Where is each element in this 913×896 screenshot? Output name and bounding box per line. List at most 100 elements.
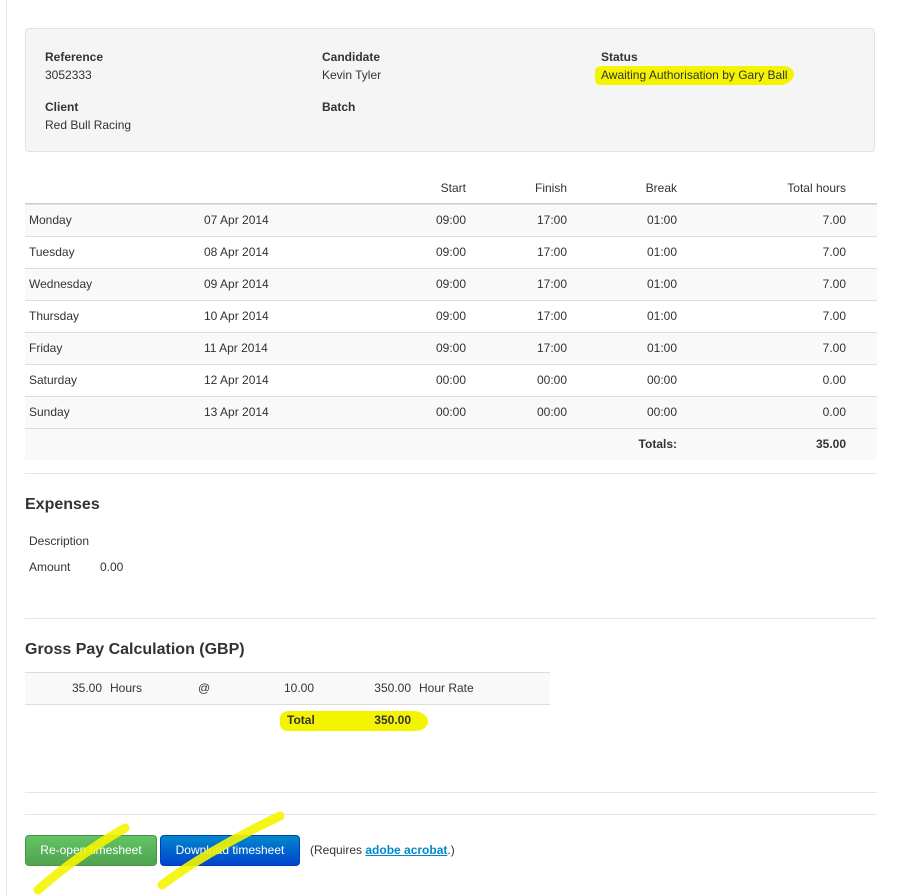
timesheet-cell-break: 01:00: [646, 341, 677, 355]
timesheet-cell-start: 00:00: [435, 405, 466, 419]
requires-note: (Requires adobe acrobat.): [310, 843, 455, 857]
timesheet-body: Monday 07 Apr 2014 09:00 17:00 01:00 7.00 Tues…: [25, 204, 877, 428]
timesheet-cell-day: Friday: [29, 341, 63, 355]
timesheet-cell-start: 09:00: [435, 277, 466, 291]
divider: [25, 814, 877, 815]
gross-pay-hours: 35.00: [71, 681, 102, 695]
timesheet-row: Wednesday 09 Apr 2014 09:00 17:00 01:00 7.00: [25, 268, 877, 300]
timesheet-row: Sunday 13 Apr 2014 00:00 00:00 00:00 0.00: [25, 396, 877, 428]
page-left-border: [6, 0, 7, 896]
gross-pay-rate-row: 35.00 Hours @ 10.00 350.00 Hour Rate: [25, 672, 550, 704]
timesheet-cell-total: 0.00: [822, 405, 846, 419]
divider: [25, 473, 877, 474]
timesheet-cell-start: 09:00: [435, 309, 466, 323]
timesheet-cell-total: 7.00: [822, 341, 846, 355]
timesheet-cell-date: 13 Apr 2014: [204, 405, 269, 419]
timesheet-row: Thursday 10 Apr 2014 09:00 17:00 01:00 7.00: [25, 300, 877, 332]
timesheet-cell-break: 01:00: [646, 245, 677, 259]
gross-pay-hours-label: Hours: [110, 681, 143, 695]
timesheet-cell-start: 09:00: [435, 341, 466, 355]
totals-label: Totals:: [638, 437, 677, 451]
candidate-value: Kevin Tyler: [322, 68, 382, 82]
status-field: Status Awaiting Authorisation by Gary Ba…: [595, 49, 794, 85]
header-total-hours: Total hours: [787, 181, 846, 195]
reopen-timesheet-button[interactable]: Re-open timesheet: [25, 835, 157, 866]
timesheet-cell-break: 01:00: [646, 213, 677, 227]
client-value: Red Bull Racing: [45, 118, 132, 132]
gross-pay-rate-label: Hour Rate: [419, 681, 474, 695]
timesheet-cell-break: 01:00: [646, 277, 677, 291]
timesheet-row: Monday 07 Apr 2014 09:00 17:00 01:00 7.00: [25, 204, 877, 236]
totals-value: 35.00: [815, 437, 846, 451]
gross-pay-at: @: [198, 681, 211, 695]
candidate-field: Candidate Kevin Tyler: [322, 49, 381, 83]
adobe-acrobat-link[interactable]: adobe acrobat: [365, 843, 447, 857]
timesheet-cell-start: 00:00: [435, 373, 466, 387]
gross-pay-table: 35.00 Hours @ 10.00 350.00 Hour Rate Tot…: [25, 672, 550, 736]
gross-pay-total-row: Total 350.00: [25, 704, 550, 736]
timesheet-cell-break: 01:00: [646, 309, 677, 323]
timesheet-cell-date: 07 Apr 2014: [204, 213, 269, 227]
timesheet-cell-start: 09:00: [435, 245, 466, 259]
batch-field: Batch: [322, 99, 355, 115]
timesheet-cell-finish: 17:00: [536, 309, 567, 323]
header-break: Break: [645, 181, 677, 195]
timesheet-row: Friday 11 Apr 2014 09:00 17:00 01:00 7.00: [25, 332, 877, 364]
status-value: Awaiting Authorisation by Gary Ball: [595, 66, 794, 85]
gross-pay-rate: 10.00: [283, 681, 314, 695]
batch-label: Batch: [322, 100, 356, 114]
timesheet-cell-total: 7.00: [822, 245, 846, 259]
timesheet-cell-date: 08 Apr 2014: [204, 245, 269, 259]
timesheet-cell-finish: 17:00: [536, 245, 567, 259]
timesheet-cell-start: 09:00: [435, 213, 466, 227]
reference-label: Reference: [45, 50, 104, 64]
timesheet-cell-date: 09 Apr 2014: [204, 277, 269, 291]
timesheet-cell-total: 7.00: [822, 213, 846, 227]
timesheet-header-row: Start Finish Break Total hours: [25, 175, 877, 204]
gross-pay-total-label: Total: [287, 713, 315, 727]
divider: [25, 792, 877, 793]
timesheet-cell-total: 7.00: [822, 309, 846, 323]
timesheet-cell-day: Monday: [29, 213, 72, 227]
expenses-title: Expenses: [25, 496, 100, 513]
timesheet-cell-finish: 17:00: [536, 277, 567, 291]
timesheet-row: Saturday 12 Apr 2014 00:00 00:00 00:00 0.00: [25, 364, 877, 396]
client-label: Client: [45, 100, 79, 114]
timesheet-cell-finish: 00:00: [536, 405, 567, 419]
expenses-amount-label: Amount: [29, 560, 71, 574]
gross-pay-title: Gross Pay Calculation (GBP): [25, 641, 245, 658]
divider: [25, 618, 877, 619]
timesheet-cell-date: 12 Apr 2014: [204, 373, 269, 387]
timesheet-cell-finish: 17:00: [536, 213, 567, 227]
header-start: Start: [440, 181, 466, 195]
timesheet-cell-day: Sunday: [29, 405, 70, 419]
timesheet-cell-date: 11 Apr 2014: [204, 341, 268, 355]
expenses-amount-value: 0.00: [100, 560, 124, 574]
timesheet-cell-total: 7.00: [822, 277, 846, 291]
timesheet-totals-row: Totals: 35.00: [25, 428, 877, 460]
download-timesheet-button[interactable]: Download timesheet: [160, 835, 300, 866]
timesheet-table: Start Finish Break Total hours Monday 07 …: [25, 175, 877, 460]
timesheet-cell-date: 10 Apr 2014: [204, 309, 269, 323]
timesheet-info-panel: Reference 3052333 Candidate Kevin Tyler …: [25, 28, 875, 152]
gross-pay-total-value: 350.00: [374, 713, 411, 727]
timesheet-cell-day: Wednesday: [29, 277, 93, 291]
timesheet-cell-break: 00:00: [646, 405, 677, 419]
client-field: Client Red Bull Racing: [45, 99, 131, 133]
timesheet-cell-day: Thursday: [29, 309, 80, 323]
gross-pay-amount: 350.00: [374, 681, 411, 695]
requires-prefix: (Requires: [310, 843, 366, 857]
requires-suffix: .): [447, 843, 455, 857]
timesheet-cell-finish: 17:00: [536, 341, 567, 355]
timesheet-cell-day: Saturday: [29, 373, 78, 387]
timesheet-cell-finish: 00:00: [536, 373, 567, 387]
expenses-description-label: Description: [29, 534, 90, 548]
reference-value: 3052333: [45, 68, 92, 82]
timesheet-cell-break: 00:00: [646, 373, 677, 387]
timesheet-cell-total: 0.00: [822, 373, 846, 387]
status-label: Status: [601, 50, 638, 64]
header-finish: Finish: [534, 181, 567, 195]
candidate-label: Candidate: [322, 50, 381, 64]
timesheet-cell-day: Tuesday: [29, 245, 75, 259]
timesheet-row: Tuesday 08 Apr 2014 09:00 17:00 01:00 7.00: [25, 236, 877, 268]
